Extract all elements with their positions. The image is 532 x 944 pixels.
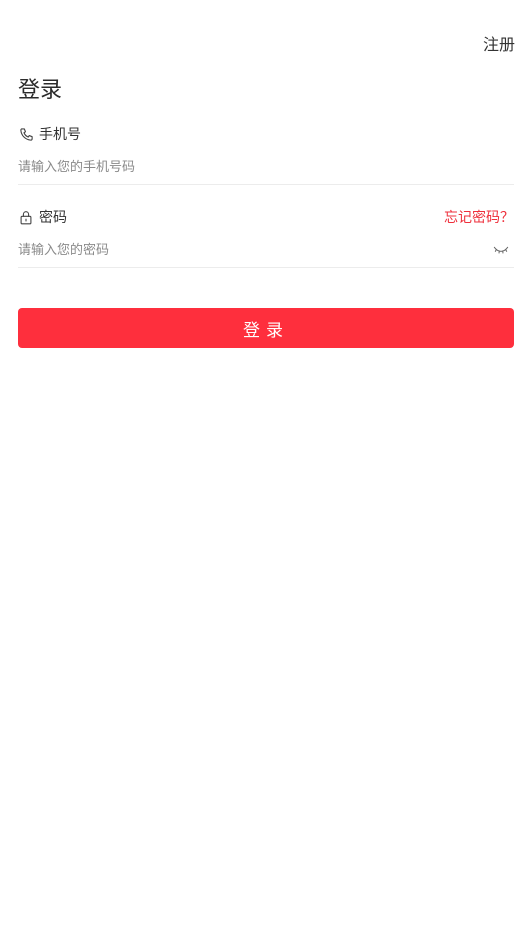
password-input-row — [18, 233, 514, 268]
password-label-row: 密码 忘记密码？ — [18, 207, 514, 227]
eye-closed-icon[interactable] — [492, 243, 510, 257]
login-button[interactable]: 登录 — [18, 308, 514, 348]
lock-icon — [18, 209, 34, 225]
login-screen: 注册 登录 手机号 密码 忘记密码？ — [0, 0, 532, 944]
phone-icon — [18, 126, 34, 142]
page-title: 登录 — [18, 78, 63, 103]
phone-input-row — [18, 150, 514, 185]
phone-input[interactable] — [18, 151, 514, 183]
password-label: 密码 — [39, 210, 67, 226]
register-link[interactable]: 注册 — [483, 31, 515, 55]
phone-label: 手机号 — [39, 127, 81, 143]
phone-label-row: 手机号 — [18, 124, 514, 144]
forgot-password-link[interactable]: 忘记密码？ — [444, 207, 514, 227]
password-input[interactable] — [18, 234, 492, 266]
